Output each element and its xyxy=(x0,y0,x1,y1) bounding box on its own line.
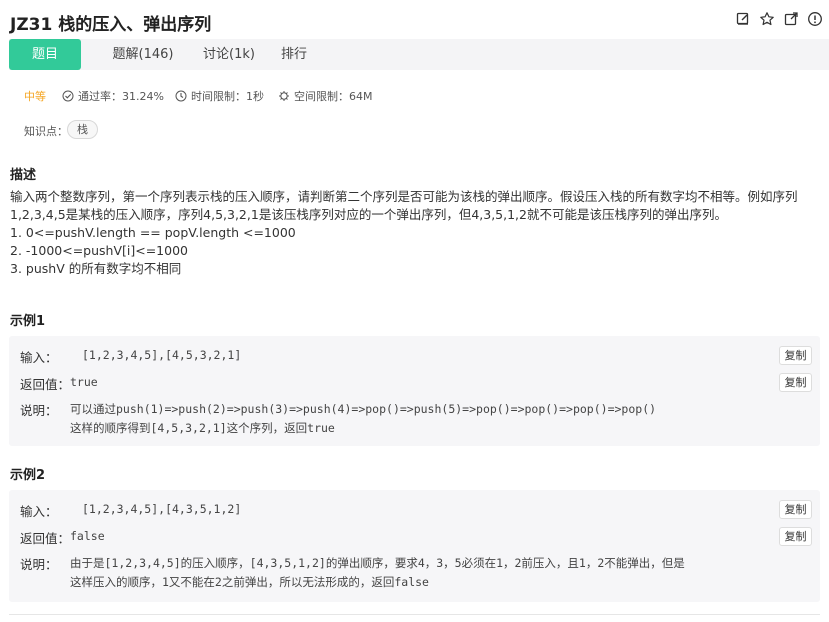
example-1-heading: 示例1 xyxy=(10,314,46,329)
explain-text: 由于是[1,2,3,4,5]的压入顺序，[4,3,5,1,2]的弹出顺序，要求4… xyxy=(70,554,685,592)
description-heading: 描述 xyxy=(10,168,37,183)
explain-line: 这样的顺序得到[4,5,3,2,1]这个序列，返回true xyxy=(70,421,335,435)
time-limit-text: 时间限制：1秒 xyxy=(191,90,264,103)
output-label: 返回值： xyxy=(20,531,71,546)
explain-text: 可以通过push(1)=>push(2)=>push(3)=>push(4)=>… xyxy=(70,400,656,438)
output-value: true xyxy=(70,375,98,389)
title-actions xyxy=(735,11,823,27)
memory-icon xyxy=(279,91,289,101)
knowledge-label: 知识点： xyxy=(24,125,68,138)
constraint-line: 2. -1000<=pushV[i]<=1000 xyxy=(10,243,188,258)
pass-rate: 通过率：31.24% xyxy=(62,88,164,104)
space-limit: 空间限制：64M xyxy=(278,88,373,104)
explain-line: 这样压入的顺序，1又不能在2之前弹出，所以无法形成的，返回false xyxy=(70,575,429,589)
time-limit: 时间限制：1秒 xyxy=(175,88,264,104)
difficulty-label: 中等 xyxy=(24,90,46,103)
example-2-box: 输入： [1,2,3,4,5],[4,3,5,1,2] 复制 返回值： fals… xyxy=(9,490,820,602)
knowledge-tag[interactable]: 栈 xyxy=(67,120,98,139)
copy-output-button[interactable]: 复制 xyxy=(779,373,812,392)
explain-label: 说明： xyxy=(20,557,58,572)
input-label: 输入： xyxy=(20,350,58,365)
description-body: 输入两个整数序列，第一个序列表示栈的压入顺序，请判断第二个序列是否可能为该栈的弹… xyxy=(10,188,820,278)
divider xyxy=(9,614,820,615)
title-bar: JZ31 栈的压入、弹出序列 xyxy=(10,8,825,35)
check-circle-icon xyxy=(62,90,74,102)
description-paragraph: 输入两个整数序列，第一个序列表示栈的压入顺序，请判断第二个序列是否可能为该栈的弹… xyxy=(10,189,798,222)
copy-input-button[interactable]: 复制 xyxy=(779,346,812,365)
clock-icon xyxy=(175,90,187,102)
difficulty-badge: 中等 xyxy=(24,88,46,104)
input-value: [1,2,3,4,5],[4,3,5,1,2] xyxy=(82,502,242,516)
star-icon[interactable] xyxy=(759,11,775,27)
copy-input-button[interactable]: 复制 xyxy=(779,500,812,519)
input-label: 输入： xyxy=(20,504,58,519)
tab-problem[interactable]: 题目 xyxy=(9,39,81,70)
constraint-line: 1. 0<=pushV.length == popV.length <=1000 xyxy=(10,225,296,240)
tab-solutions[interactable]: 题解(146) xyxy=(93,39,193,70)
space-limit-text: 空间限制：64M xyxy=(294,90,373,103)
info-icon[interactable] xyxy=(807,11,823,27)
constraint-line: 3. pushV 的所有数字均不相同 xyxy=(10,261,182,276)
output-value: false xyxy=(70,529,105,543)
edit-icon[interactable] xyxy=(735,11,751,27)
example-2-heading: 示例2 xyxy=(10,468,46,483)
input-value: [1,2,3,4,5],[4,5,3,2,1] xyxy=(82,348,242,362)
example-1-box: 输入： [1,2,3,4,5],[4,5,3,2,1] 复制 返回值： true… xyxy=(9,336,820,446)
explain-line: 可以通过push(1)=>push(2)=>push(3)=>push(4)=>… xyxy=(70,402,657,416)
output-label: 返回值： xyxy=(20,377,71,392)
explain-label: 说明： xyxy=(20,403,58,418)
tab-bar: 题目 题解(146) 讨论(1k) 排行 xyxy=(9,39,829,70)
explain-line: 由于是[1,2,3,4,5]的压入顺序，[4,3,5,1,2]的弹出顺序，要求4… xyxy=(70,556,685,570)
copy-output-button[interactable]: 复制 xyxy=(779,527,812,546)
page-title: JZ31 栈的压入、弹出序列 xyxy=(10,15,212,35)
pass-rate-text: 通过率：31.24% xyxy=(78,90,164,103)
share-icon[interactable] xyxy=(783,11,799,27)
tab-ranking[interactable]: 排行 xyxy=(259,39,329,70)
